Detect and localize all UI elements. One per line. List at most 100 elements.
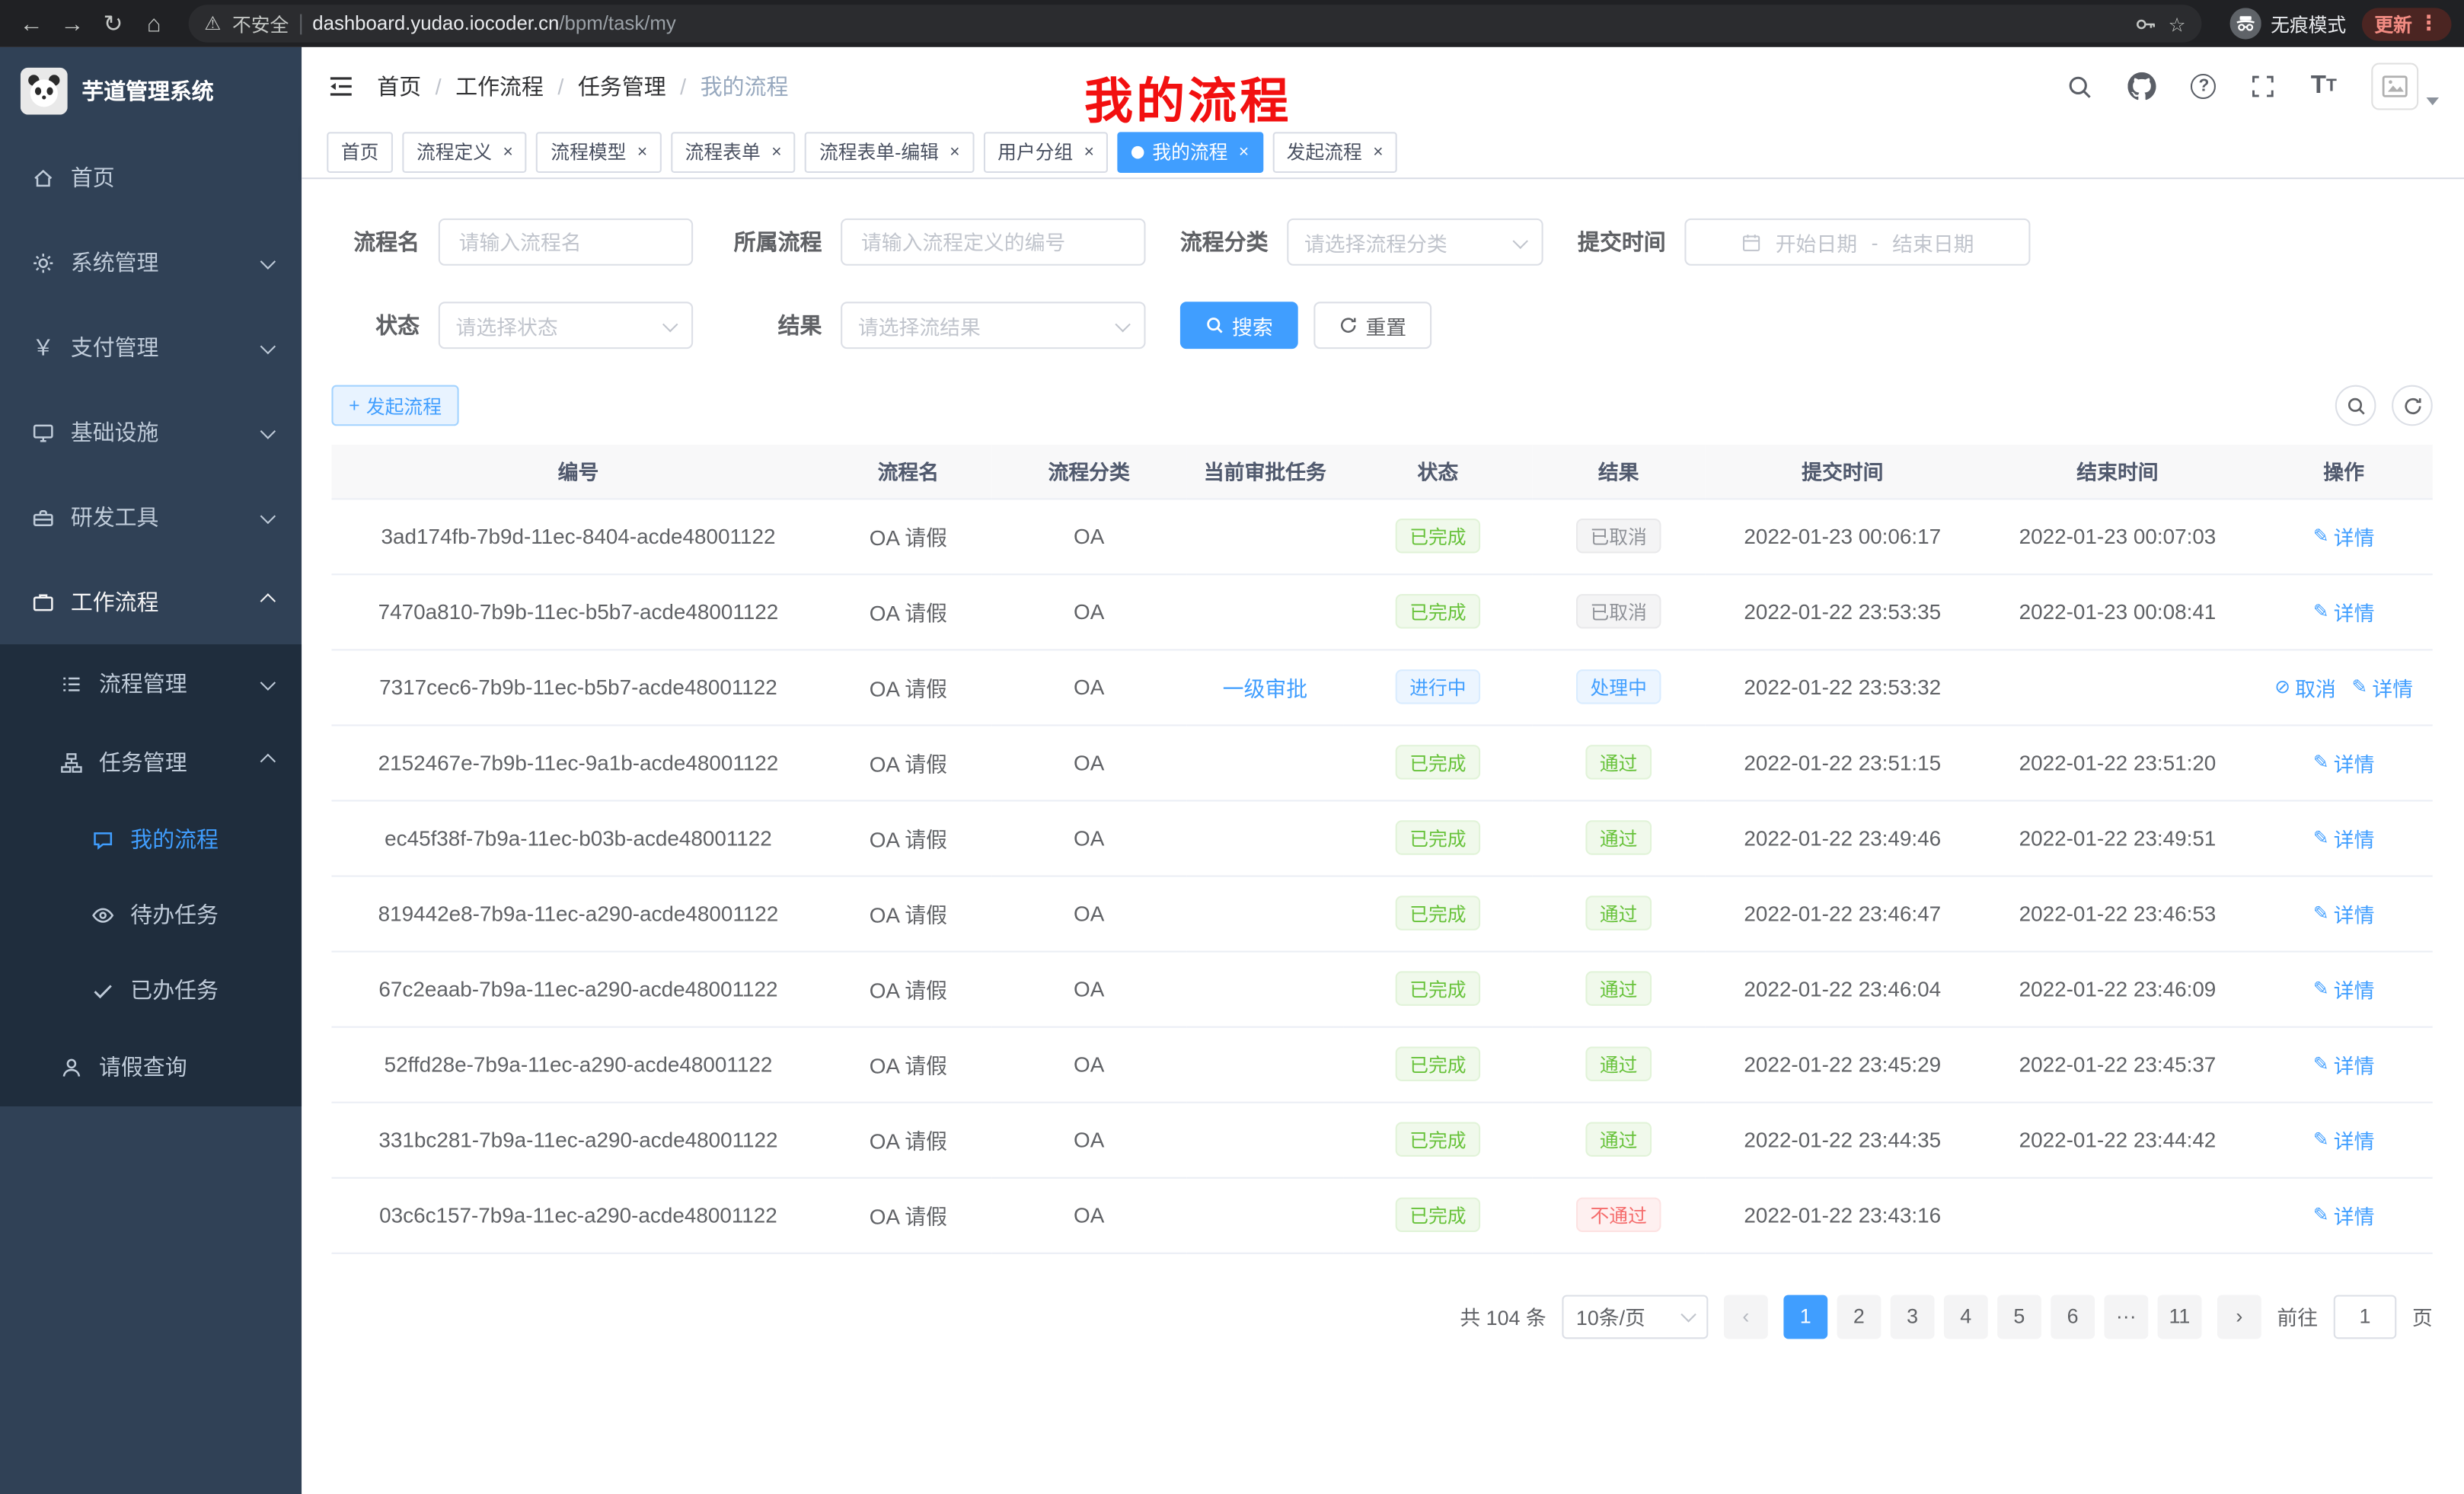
result-badge: 已取消 bbox=[1576, 519, 1661, 553]
page-button[interactable]: 2 bbox=[1837, 1294, 1882, 1339]
cell-end-time: 2022-01-23 00:07:03 bbox=[1980, 498, 2255, 573]
chevron-up-icon bbox=[260, 754, 276, 769]
close-icon[interactable]: × bbox=[771, 142, 781, 161]
close-icon[interactable]: × bbox=[637, 142, 647, 161]
table-header: 编号 流程名 流程分类 当前审批任务 状态 结果 提交时间 结束时间 操作 bbox=[331, 445, 2432, 498]
detail-link[interactable]: ✎详情 bbox=[2313, 898, 2375, 927]
sidebar-item-leave-query[interactable]: 请假查询 bbox=[0, 1028, 302, 1106]
font-size-icon[interactable]: TT bbox=[2311, 72, 2337, 101]
close-icon[interactable]: × bbox=[503, 142, 512, 161]
status-select[interactable]: 请选择状态 bbox=[439, 302, 693, 349]
page-button-current[interactable]: 1 bbox=[1783, 1294, 1827, 1339]
sidebar-item-done-tasks[interactable]: 已办任务 bbox=[0, 953, 302, 1028]
user-avatar-menu[interactable] bbox=[2371, 63, 2439, 110]
tab-my-process[interactable]: 我的流程× bbox=[1118, 131, 1263, 172]
prev-page-button[interactable]: ‹ bbox=[1724, 1294, 1768, 1339]
home-icon[interactable]: ⌂ bbox=[135, 5, 173, 43]
reload-icon[interactable]: ↻ bbox=[94, 5, 132, 43]
detail-link[interactable]: ✎详情 bbox=[2313, 1049, 2375, 1079]
sidebar-item-home[interactable]: 首页 bbox=[0, 135, 302, 219]
detail-link[interactable]: ✎详情 bbox=[2313, 974, 2375, 1004]
category-select[interactable]: 请选择流程分类 bbox=[1287, 219, 1543, 266]
reset-button[interactable]: 重置 bbox=[1313, 302, 1431, 349]
key-icon[interactable] bbox=[2134, 11, 2157, 35]
tab-home[interactable]: 首页 bbox=[327, 131, 393, 172]
detail-link[interactable]: ✎详情 bbox=[2313, 747, 2375, 777]
next-page-button[interactable]: › bbox=[2217, 1294, 2261, 1339]
detail-link[interactable]: ✎详情 bbox=[2351, 672, 2413, 701]
date-range-picker[interactable]: 开始日期 - 结束日期 bbox=[1684, 219, 2030, 266]
search-toggle-button[interactable] bbox=[2335, 385, 2376, 426]
sidebar-item-infrastructure[interactable]: 基础设施 bbox=[0, 390, 302, 474]
tab-process-model[interactable]: 流程模型× bbox=[537, 131, 662, 172]
page-button[interactable]: 5 bbox=[1997, 1294, 2041, 1339]
task-link[interactable]: 一级审批 bbox=[1223, 677, 1307, 701]
refresh-button[interactable] bbox=[2392, 385, 2433, 426]
more-pages-button[interactable]: ··· bbox=[2104, 1294, 2148, 1339]
result-badge: 通过 bbox=[1585, 820, 1652, 854]
sidebar-item-label: 基础设施 bbox=[71, 417, 159, 448]
app-logo-row[interactable]: 芋道管理系统 bbox=[0, 47, 302, 136]
bookmark-star-icon[interactable]: ☆ bbox=[2169, 11, 2186, 35]
cell-end-time bbox=[1980, 1177, 2255, 1253]
result-select[interactable]: 请选择流结果 bbox=[841, 302, 1145, 349]
cell-actions: ✎详情 bbox=[2255, 1102, 2433, 1177]
sidebar-item-devtools[interactable]: 研发工具 bbox=[0, 474, 302, 559]
tab-process-definition[interactable]: 流程定义× bbox=[402, 131, 527, 172]
close-icon[interactable]: × bbox=[1084, 142, 1094, 161]
close-icon[interactable]: × bbox=[1373, 142, 1383, 161]
detail-link[interactable]: ✎详情 bbox=[2313, 596, 2375, 626]
sidebar-item-payment[interactable]: ￥ 支付管理 bbox=[0, 305, 302, 389]
help-icon[interactable]: ? bbox=[2191, 74, 2217, 99]
table-row: 67c2eaab-7b9a-11ec-a290-acde48001122 OA … bbox=[331, 951, 2432, 1026]
forward-icon[interactable]: → bbox=[53, 5, 91, 43]
cell-name: OA 请假 bbox=[825, 800, 991, 875]
browser-update-button[interactable]: 更新 ⋮ bbox=[2362, 7, 2452, 40]
result-badge: 通过 bbox=[1585, 745, 1652, 779]
sidebar-item-task-management[interactable]: 任务管理 bbox=[0, 723, 302, 801]
search-button[interactable]: 搜索 bbox=[1180, 302, 1298, 349]
start-process-button[interactable]: + 发起流程 bbox=[331, 385, 458, 426]
close-icon[interactable]: × bbox=[1239, 142, 1249, 161]
detail-link[interactable]: ✎详情 bbox=[2313, 1200, 2375, 1230]
breadcrumb-item[interactable]: 首页 bbox=[377, 71, 421, 102]
edit-icon: ✎ bbox=[2313, 600, 2329, 622]
cell-category: OA bbox=[991, 724, 1186, 800]
breadcrumb-item[interactable]: 工作流程 bbox=[455, 71, 544, 102]
incognito-profile[interactable]: 无痕模式 bbox=[2229, 8, 2346, 39]
tab-user-group[interactable]: 用户分组× bbox=[984, 131, 1109, 172]
detail-link[interactable]: ✎详情 bbox=[2313, 822, 2375, 852]
github-icon[interactable] bbox=[2128, 72, 2156, 101]
detail-link[interactable]: ✎详情 bbox=[2313, 521, 2375, 551]
goto-page-input[interactable] bbox=[2334, 1294, 2397, 1339]
cell-submit-time: 2022-01-22 23:53:32 bbox=[1705, 649, 1980, 724]
address-bar[interactable]: ⚠ 不安全 dashboard.yudao.iocoder.cn/bpm/tas… bbox=[189, 5, 2202, 43]
table-row: 7317cec6-7b9b-11ec-b5b7-acde48001122 OA … bbox=[331, 649, 2432, 724]
detail-link[interactable]: ✎详情 bbox=[2313, 1125, 2375, 1154]
breadcrumb-item[interactable]: 任务管理 bbox=[578, 71, 666, 102]
process-name-input[interactable] bbox=[439, 219, 693, 266]
fullscreen-icon[interactable] bbox=[2251, 74, 2276, 99]
page-button[interactable]: 3 bbox=[1891, 1294, 1935, 1339]
tab-label: 流程表单-编辑 bbox=[819, 139, 939, 165]
sidebar-fold-icon[interactable] bbox=[327, 72, 355, 101]
page-button[interactable]: 4 bbox=[1944, 1294, 1988, 1339]
page-size-select[interactable]: 10条/页 bbox=[1562, 1294, 1708, 1339]
cancel-link[interactable]: ⊘取消 bbox=[2274, 672, 2336, 701]
browser-menu-icon[interactable]: ⋮ bbox=[2418, 11, 2439, 36]
sidebar-item-system[interactable]: 系统管理 bbox=[0, 220, 302, 305]
process-definition-input[interactable] bbox=[841, 219, 1145, 266]
sidebar-item-todo-tasks[interactable]: 待办任务 bbox=[0, 877, 302, 953]
sidebar-item-my-process[interactable]: 我的流程 bbox=[0, 802, 302, 877]
tab-start-process[interactable]: 发起流程× bbox=[1272, 131, 1397, 172]
page-button[interactable]: 11 bbox=[2158, 1294, 2202, 1339]
close-icon[interactable]: × bbox=[950, 142, 959, 161]
tab-process-form[interactable]: 流程表单× bbox=[671, 131, 796, 172]
sidebar-item-process-management[interactable]: 流程管理 bbox=[0, 644, 302, 723]
back-icon[interactable]: ← bbox=[13, 5, 51, 43]
tab-process-form-edit[interactable]: 流程表单-编辑 × bbox=[805, 131, 974, 172]
sidebar-item-workflow[interactable]: 工作流程 bbox=[0, 560, 302, 644]
page-button[interactable]: 6 bbox=[2051, 1294, 2095, 1339]
filter-label: 流程名 bbox=[331, 226, 420, 257]
search-icon[interactable] bbox=[2067, 73, 2094, 100]
